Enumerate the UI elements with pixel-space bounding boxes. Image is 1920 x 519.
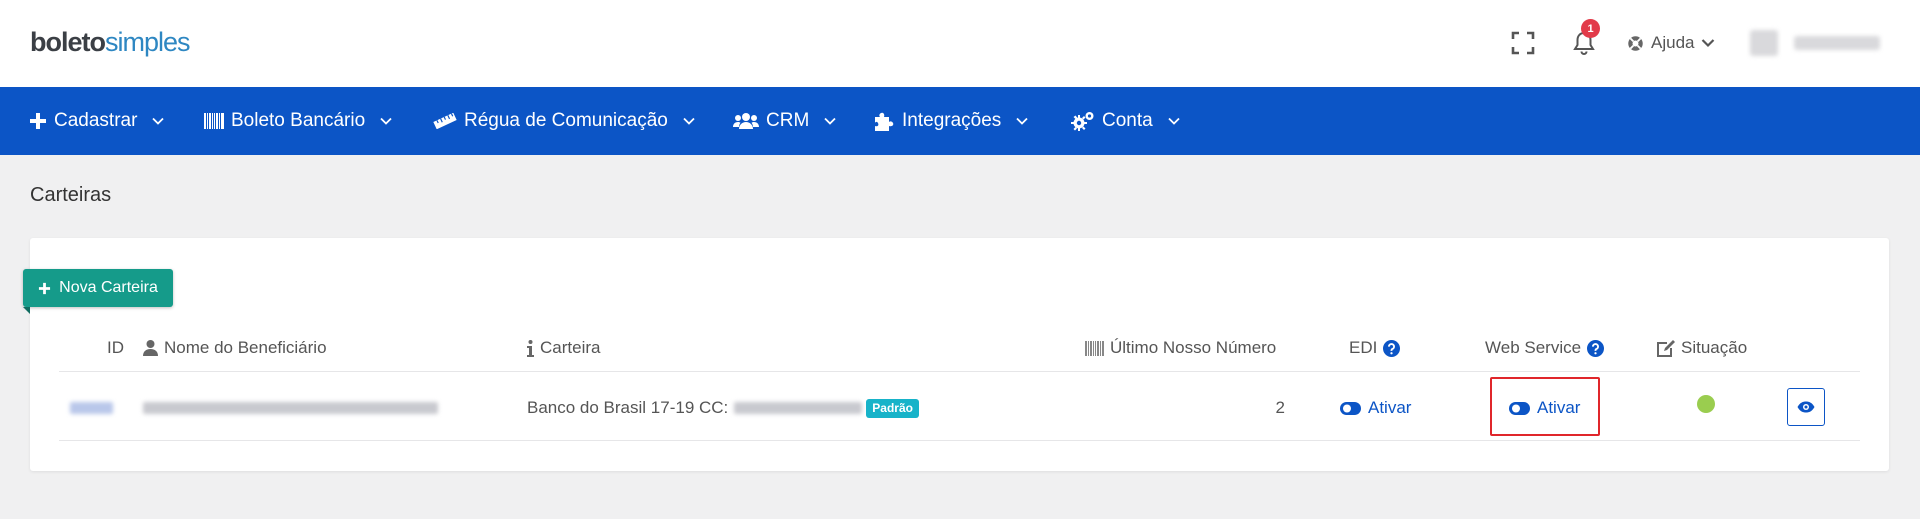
column-label: Web Service (1485, 338, 1582, 357)
account-number-redacted (734, 402, 863, 414)
eye-icon (1797, 401, 1815, 413)
plus-icon (39, 282, 51, 294)
nav-conta[interactable]: Conta (1071, 87, 1180, 155)
ruler-icon (433, 113, 457, 129)
status-indicator (1697, 395, 1715, 413)
column-header-id[interactable]: ID (107, 337, 124, 359)
nav-integracoes[interactable]: Integrações (873, 87, 1028, 155)
nav-label: CRM (766, 110, 810, 131)
lifebuoy-icon (1628, 35, 1643, 51)
nav-label: Conta (1102, 110, 1153, 131)
row-beneficiary-redacted (143, 396, 438, 420)
nav-boleto-bancario[interactable]: Boleto Bancário (204, 87, 392, 155)
column-label: Último Nosso Número (1110, 338, 1277, 357)
row-divider (59, 440, 1860, 441)
barcode-icon (1085, 340, 1104, 356)
toggle-icon (1340, 401, 1361, 415)
chevron-down-icon (1168, 117, 1180, 125)
default-badge: Padrão (866, 398, 919, 418)
column-label: Nome do Beneficiário (164, 338, 327, 357)
chevron-down-icon (1702, 39, 1715, 48)
user-name-redacted (1794, 36, 1880, 50)
nav-crm[interactable]: CRM (733, 87, 836, 155)
help-label: Ajuda (1651, 33, 1695, 52)
column-header-status[interactable]: Situação (1656, 337, 1747, 359)
highlight-annotation-box (1490, 377, 1600, 436)
edit-icon (1657, 339, 1675, 357)
question-circle-icon[interactable] (1587, 339, 1605, 357)
plus-icon (30, 113, 46, 129)
header-divider (59, 371, 1860, 372)
chevron-down-icon (683, 117, 695, 125)
column-header-beneficiary[interactable]: Nome do Beneficiário (143, 337, 327, 359)
chevron-down-icon (380, 117, 392, 125)
user-icon (143, 340, 158, 356)
last-number-value: 2 (1275, 398, 1285, 417)
cogs-icon (1071, 112, 1094, 131)
new-wallet-label: Nova Carteira (59, 279, 158, 296)
wallet-text: Banco do Brasil 17-19 CC: (527, 398, 729, 417)
column-label: EDI (1349, 338, 1378, 357)
top-header: boletosimples 1 Ajuda (0, 0, 1920, 87)
main-navbar: Cadastrar Boleto Bancário Régua de Comun… (0, 87, 1920, 155)
barcode-icon (204, 113, 224, 129)
chevron-down-icon (1016, 117, 1028, 125)
logo-light-text: simples (105, 27, 191, 57)
nav-label: Régua de Comunicação (464, 110, 668, 131)
user-avatar (1750, 30, 1778, 56)
column-label: ID (107, 338, 124, 357)
nav-label: Cadastrar (54, 110, 138, 131)
info-icon (527, 339, 534, 357)
puzzle-icon (875, 112, 894, 131)
edi-activate-label: Ativar (1368, 398, 1412, 417)
chevron-down-icon (824, 117, 836, 125)
column-header-web-service[interactable]: Web Service (1485, 337, 1605, 359)
chevron-down-icon (152, 117, 165, 125)
notification-count-badge: 1 (1581, 19, 1600, 38)
edi-activate-link[interactable]: Ativar (1340, 396, 1411, 420)
nav-cadastrar[interactable]: Cadastrar (29, 87, 165, 155)
view-button[interactable] (1787, 388, 1825, 426)
nav-label: Boleto Bancário (231, 110, 366, 131)
help-menu[interactable]: Ajuda (1627, 30, 1715, 56)
page-title: Carteiras (30, 184, 112, 206)
column-header-last-number[interactable]: Último Nosso Número (1085, 337, 1276, 359)
column-label: Carteira (540, 338, 601, 357)
column-header-edi[interactable]: EDI (1349, 337, 1401, 359)
logo-bold-text: boleto (30, 27, 106, 57)
nav-regua-comunicacao[interactable]: Régua de Comunicação (433, 87, 695, 155)
column-label: Situação (1681, 338, 1748, 357)
new-wallet-button[interactable]: Nova Carteira (23, 269, 173, 314)
fullscreen-icon[interactable] (1510, 30, 1536, 56)
column-header-wallet[interactable]: Carteira (527, 337, 600, 359)
row-last-number: 2 (1200, 396, 1285, 420)
row-wallet: Banco do Brasil 17-19 CC: Padrão (527, 396, 919, 420)
brand-logo[interactable]: boletosimples (30, 27, 191, 58)
users-icon (733, 113, 759, 129)
row-id-redacted[interactable] (70, 396, 113, 420)
nav-label: Integrações (902, 110, 1002, 131)
question-circle-icon[interactable] (1383, 339, 1401, 357)
